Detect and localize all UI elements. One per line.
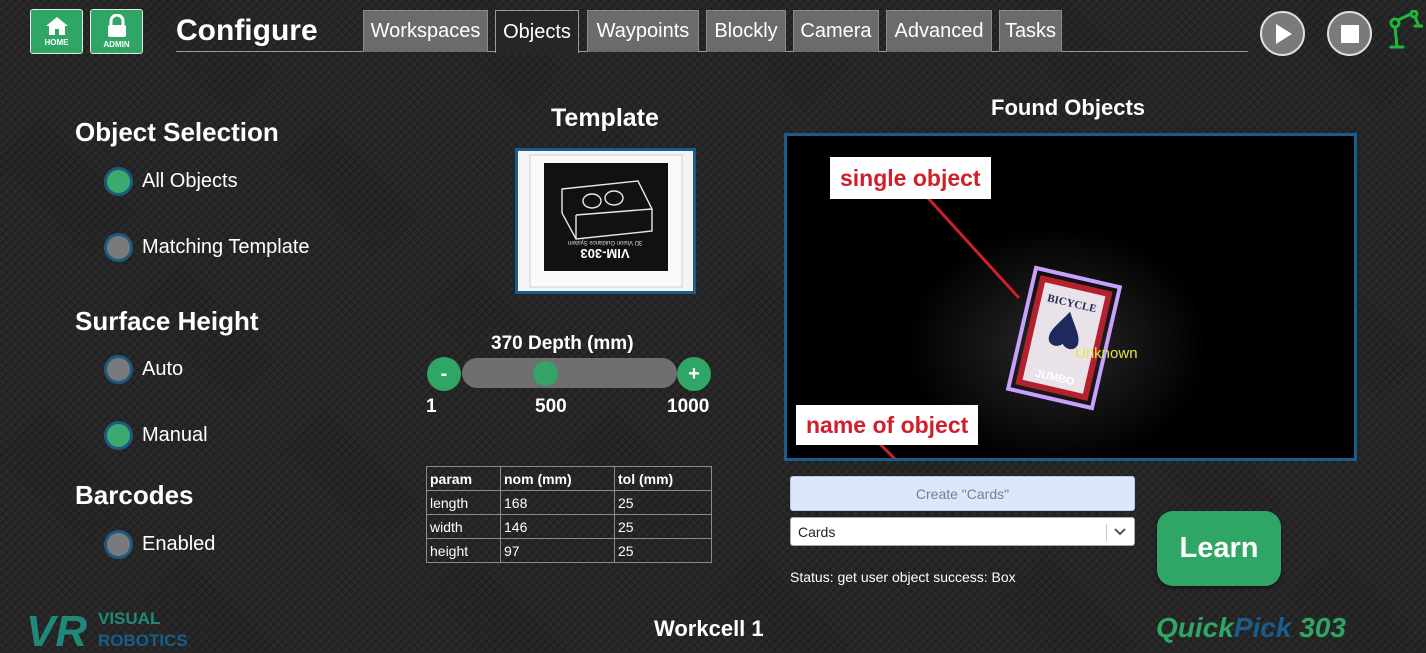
admin-button[interactable]: ADMIN [90,9,143,54]
tab-advanced[interactable]: Advanced [886,10,992,52]
stop-icon [1340,24,1359,43]
radio-barcodes-enabled[interactable]: Enabled [104,530,215,559]
template-box-text: VIM-303 [580,246,629,261]
radio-label: All Objects [142,170,238,192]
column-header: param [426,466,501,491]
radio-label: Matching Template [142,236,310,258]
radio-manual[interactable]: Manual [104,421,208,450]
template-image: VIM-303 3D Vision Guidance System [515,148,696,294]
table-header-row: param nom (mm) tol (mm) [426,466,712,491]
create-object-button[interactable]: Create "Cards" [790,476,1135,511]
lock-icon [107,14,126,37]
visual-robotics-logo: VR VISUAL ROBOTICS [26,602,196,653]
home-button[interactable]: HOME [30,9,83,54]
callout-name-of-object: name of object [796,405,979,445]
table-cell: 168 [500,490,615,515]
tab-workspaces[interactable]: Workspaces [363,10,488,52]
depth-decrease-button[interactable]: - [427,357,461,391]
robot-arm-icon [1389,9,1425,49]
radio-label: Manual [142,424,208,446]
radio-matching-template[interactable]: Matching Template [104,233,310,262]
select-divider [1106,524,1107,541]
stop-button[interactable] [1327,11,1372,56]
table-row: length 168 25 [426,490,712,515]
barcodes-heading: Barcodes [75,480,194,510]
home-label: HOME [44,38,69,47]
product-pick: Pick [1233,612,1292,643]
table-cell: 97 [500,538,615,563]
depth-max-label: 1000 [667,396,710,417]
depth-label: 370 Depth (mm) [491,333,634,354]
column-header: nom (mm) [500,466,615,491]
table-cell: 25 [614,538,712,563]
radio-indicator[interactable] [104,233,133,262]
product-quick: Quick [1156,612,1234,643]
radio-indicator[interactable] [104,530,133,559]
table-cell: width [426,514,501,539]
callout-single-object: single object [830,157,991,199]
table-cell: length [426,490,501,515]
table-cell: 25 [614,490,712,515]
play-icon [1275,23,1292,44]
radio-indicator[interactable] [104,421,133,450]
radio-auto[interactable]: Auto [104,355,183,384]
depth-increase-button[interactable]: + [677,357,711,391]
logo-bottom-text: ROBOTICS [98,631,188,650]
logo-mark-text: VR [26,607,87,652]
page-title: Configure [176,14,318,47]
table-row: width 146 25 [426,514,712,539]
object-selection-heading: Object Selection [75,117,279,147]
radio-all-objects[interactable]: All Objects [104,167,238,196]
admin-label: ADMIN [103,40,130,49]
workcell-label: Workcell 1 [654,616,764,641]
radio-label: Auto [142,358,184,380]
chevron-down-icon [1114,528,1126,536]
template-box-subtext: 3D Vision Guidance System [568,239,643,245]
depth-slider[interactable] [462,358,677,388]
radio-label: Enabled [142,533,216,555]
radio-indicator[interactable] [104,167,133,196]
robot-arm-button[interactable] [1387,9,1425,55]
depth-mid-label: 500 [535,396,567,417]
table-cell: 146 [500,514,615,539]
tab-camera[interactable]: Camera [793,10,879,52]
table-row: height 97 25 [426,538,712,563]
play-button[interactable] [1260,11,1305,56]
learn-button[interactable]: Learn [1157,511,1281,586]
object-select[interactable]: Cards [790,517,1135,546]
detection-label: Unknown [1075,345,1138,362]
product-name: QuickPick 303 [1156,612,1346,644]
product-num: 303 [1299,612,1346,643]
status-text: Status: get user object success: Box [790,569,1016,585]
logo-top-text: VISUAL [98,609,160,628]
template-heading: Template [551,104,659,132]
column-header: tol (mm) [614,466,712,491]
found-objects-heading: Found Objects [991,95,1145,120]
depth-min-label: 1 [426,396,437,417]
vr-logo-mark: VR VISUAL ROBOTICS [26,607,188,653]
tab-blockly[interactable]: Blockly [706,10,786,52]
params-table: param nom (mm) tol (mm) length 168 25 wi… [426,466,712,563]
tab-waypoints[interactable]: Waypoints [587,10,699,52]
object-select-value: Cards [798,523,836,540]
surface-height-heading: Surface Height [75,306,259,336]
home-icon [45,17,68,35]
template-box-graphic: VIM-303 3D Vision Guidance System [518,151,693,291]
table-cell: height [426,538,501,563]
tab-tasks[interactable]: Tasks [999,10,1062,52]
radio-indicator[interactable] [104,355,133,384]
table-cell: 25 [614,514,712,539]
tab-objects[interactable]: Objects [495,10,579,53]
